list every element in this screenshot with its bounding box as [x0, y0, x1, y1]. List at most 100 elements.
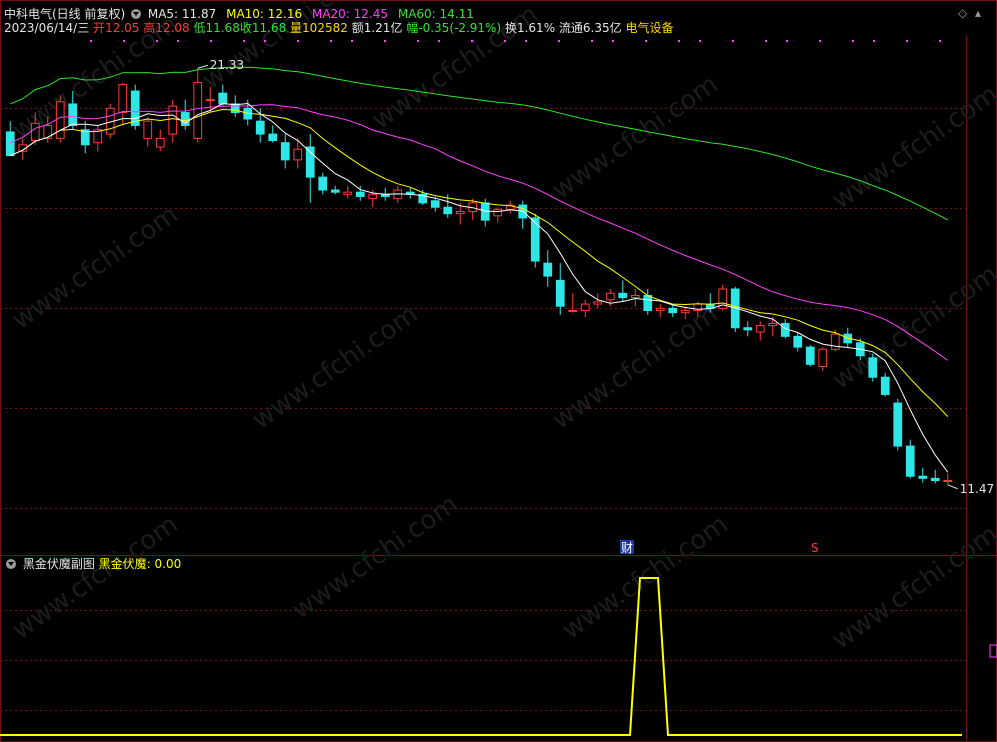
candle-body: [155, 137, 165, 148]
watermark-text: www.cfchi.com: [7, 199, 184, 335]
candle-body: [880, 376, 890, 395]
low-value: 11.68: [205, 21, 240, 35]
ma60-line: [10, 66, 949, 221]
watermark-text: www.cfchi.com: [547, 299, 724, 435]
signal-dot: [786, 40, 788, 42]
open-label: 开: [93, 21, 106, 35]
candle-body: [5, 131, 15, 157]
candle-body: [55, 101, 65, 139]
low-label: 低: [193, 21, 206, 35]
candle-body: [280, 142, 290, 161]
watermark-text: www.cfchi.com: [7, 509, 184, 645]
sub-panel-title: 黑金伏魔副图: [22, 557, 95, 571]
signal-dot: [591, 40, 593, 42]
candle-body: [893, 402, 903, 447]
candle-body: [943, 480, 953, 483]
indicator-line: [0, 577, 962, 736]
signal-dot: [210, 40, 212, 42]
signal-dot: [939, 40, 941, 42]
change-label: 幅: [406, 21, 419, 35]
candle-body: [218, 92, 228, 105]
candle-body: [655, 307, 665, 312]
change-value: -0.35(-2.91%): [418, 21, 502, 35]
signal-dot: [384, 40, 386, 42]
candle-body: [268, 133, 278, 142]
candle-body: [580, 303, 590, 312]
diamond-icon[interactable]: ◇: [958, 6, 967, 20]
candle-body: [568, 310, 578, 313]
candle-body: [668, 307, 678, 314]
candle-body: [43, 124, 53, 139]
low-marker-arrow: [947, 484, 958, 490]
watermark-text: www.cfchi.com: [287, 489, 464, 625]
open-value: 12.05: [105, 21, 140, 35]
quote-date: 2023/06/14/三: [4, 21, 90, 35]
signal-dot: [123, 40, 125, 42]
candle-body: [830, 333, 840, 350]
signal-dot: [558, 40, 560, 42]
s-badge: S: [811, 541, 819, 555]
candle-body: [430, 200, 440, 208]
ma10-line: [10, 108, 949, 417]
signal-dot: [699, 40, 701, 42]
candle-body: [168, 105, 178, 135]
candle-body: [330, 189, 340, 193]
ma5-legend: MA5: 11.87: [147, 7, 217, 21]
quote-info-row: 2023/06/14/三 开12.05 高12.08 低11.68收11.68 …: [4, 21, 674, 35]
axis-tag-icon: [989, 644, 997, 658]
stock-title: 中科电气(日线 前复权): [4, 7, 126, 21]
candle-body: [368, 193, 378, 200]
candle-body: [793, 335, 803, 348]
candle-body: [868, 357, 878, 378]
sub-panel-dropdown-icon[interactable]: [6, 559, 16, 569]
signal-dot: [351, 40, 353, 42]
volume-value: 102582: [302, 21, 348, 35]
candle-body: [768, 322, 778, 327]
watermark-text: www.cfchi.com: [827, 79, 997, 215]
signal-dot: [678, 40, 680, 42]
high-price-label: 21.33: [210, 58, 244, 72]
signal-dot: [819, 40, 821, 42]
candle-body: [255, 120, 265, 135]
ma60-legend: MA60: 14.11: [397, 7, 474, 21]
signal-dot: [765, 40, 767, 42]
ma10-legend: MA10: 12.16: [226, 7, 303, 21]
amount-value: 额1.21亿: [351, 21, 403, 35]
candle-body: [343, 191, 353, 195]
watermark-text: www.cfchi.com: [247, 299, 424, 435]
candle-body: [818, 348, 828, 367]
candle-body: [543, 262, 553, 277]
signal-dot: [177, 40, 179, 42]
stock-chart-window: www.cfchi.com www.cfchi.com www.cfchi.com w…: [0, 0, 997, 742]
signal-dot: [297, 40, 299, 42]
ma5-line: [10, 102, 949, 473]
close-value: 11.68: [251, 21, 287, 35]
signal-dot: [873, 40, 875, 42]
ma-legend-row: 中科电气(日线 前复权) MA5: 11.87 MA10: 12.16 MA20…: [4, 7, 474, 21]
candle-body: [755, 325, 765, 333]
signal-dot: [645, 40, 647, 42]
collapse-chevron-icon[interactable]: ▴: [975, 6, 981, 20]
candle-body: [493, 208, 503, 217]
candle-body: [118, 84, 128, 114]
kline-chart-svg[interactable]: www.cfchi.com www.cfchi.com www.cfchi.com w…: [0, 0, 997, 742]
candle-body: [293, 148, 303, 161]
signal-dot: [330, 40, 332, 42]
signal-dot: [471, 40, 473, 42]
sector-value[interactable]: 电气设备: [625, 21, 673, 35]
candle-body: [618, 292, 628, 299]
candle-body: [143, 120, 153, 139]
signal-dot: [852, 40, 854, 42]
turnover-value: 换1.61%: [504, 21, 556, 35]
ma20-legend: MA20: 12.45: [311, 7, 389, 21]
signal-dot: [504, 40, 506, 42]
float-cap-value: 流通6.35亿: [558, 21, 622, 35]
signal-dot: [90, 40, 92, 42]
candle-body: [355, 191, 365, 197]
candle-body: [930, 477, 940, 482]
candle-body: [593, 301, 603, 305]
candle-body: [905, 445, 915, 477]
candle-body: [605, 292, 615, 301]
candle-body: [643, 294, 653, 312]
dropdown-icon[interactable]: [131, 9, 142, 19]
